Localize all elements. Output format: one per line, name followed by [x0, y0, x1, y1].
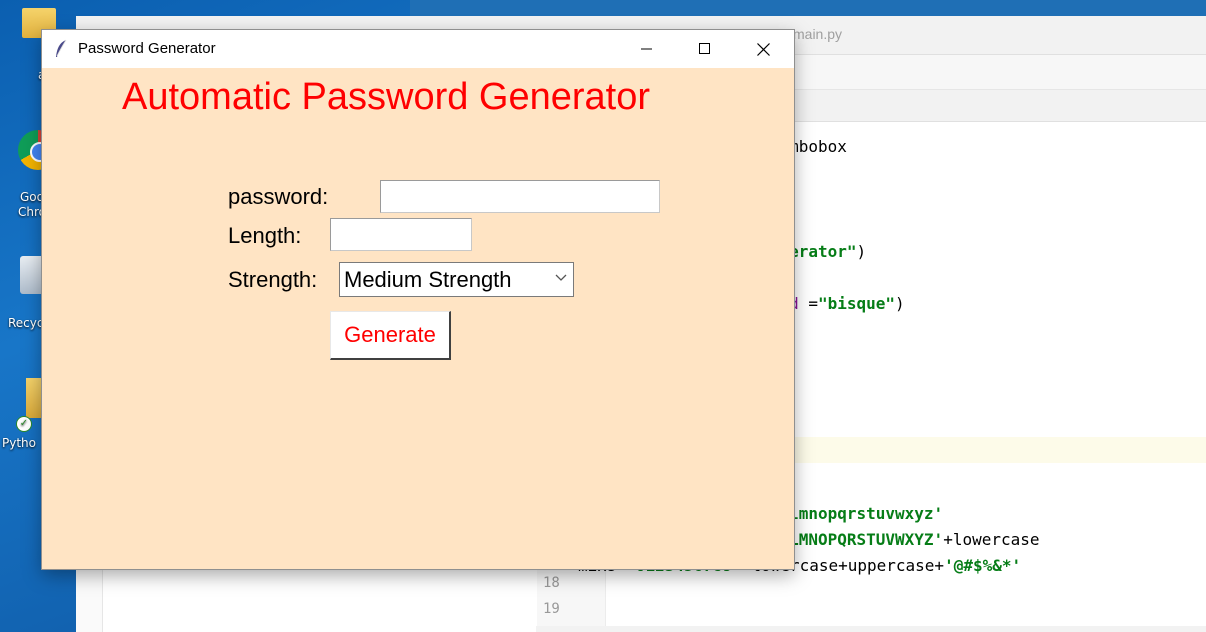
code-token: ) [895, 294, 905, 313]
app-heading: Automatic Password Generator [122, 76, 651, 118]
code-token: = [798, 294, 818, 313]
minimize-icon [641, 48, 652, 50]
sync-check-icon: ✓ [16, 416, 32, 432]
line-number: 18 [543, 575, 560, 591]
feather-icon [56, 39, 67, 57]
code-token: ) [856, 242, 867, 261]
close-icon [756, 42, 770, 56]
minimize-button[interactable] [618, 30, 676, 68]
password-label: password: [228, 184, 329, 209]
close-button[interactable] [734, 30, 792, 68]
desktop-icon-label: Pytho [2, 436, 36, 450]
password-generator-window: Password Generator Automatic Password Ge… [42, 30, 794, 569]
code-token: +lowercase [943, 530, 1040, 549]
chevron-down-icon [555, 274, 567, 281]
ide-bottom-bar [536, 626, 1206, 632]
password-field[interactable] [380, 180, 660, 213]
ide-title-file: main.py [793, 26, 843, 42]
strength-selected-value: Medium Strength [344, 267, 512, 292]
length-label: Length: [228, 223, 302, 248]
desktop-icon-label: Recyc [8, 316, 44, 330]
maximize-icon [699, 43, 710, 54]
window-title: Password Generator [78, 40, 216, 57]
strength-label: Strength: [228, 267, 318, 292]
code-token: "bisque" [817, 294, 896, 313]
length-field[interactable] [330, 218, 472, 251]
strength-combobox[interactable]: Medium Strength [339, 262, 574, 297]
code-token: '@#$%&*' [944, 556, 1022, 575]
line-number: 19 [543, 601, 560, 617]
maximize-button[interactable] [676, 30, 734, 68]
window-title-bar[interactable]: Password Generator [42, 30, 794, 68]
generate-button[interactable]: Generate [330, 311, 451, 360]
